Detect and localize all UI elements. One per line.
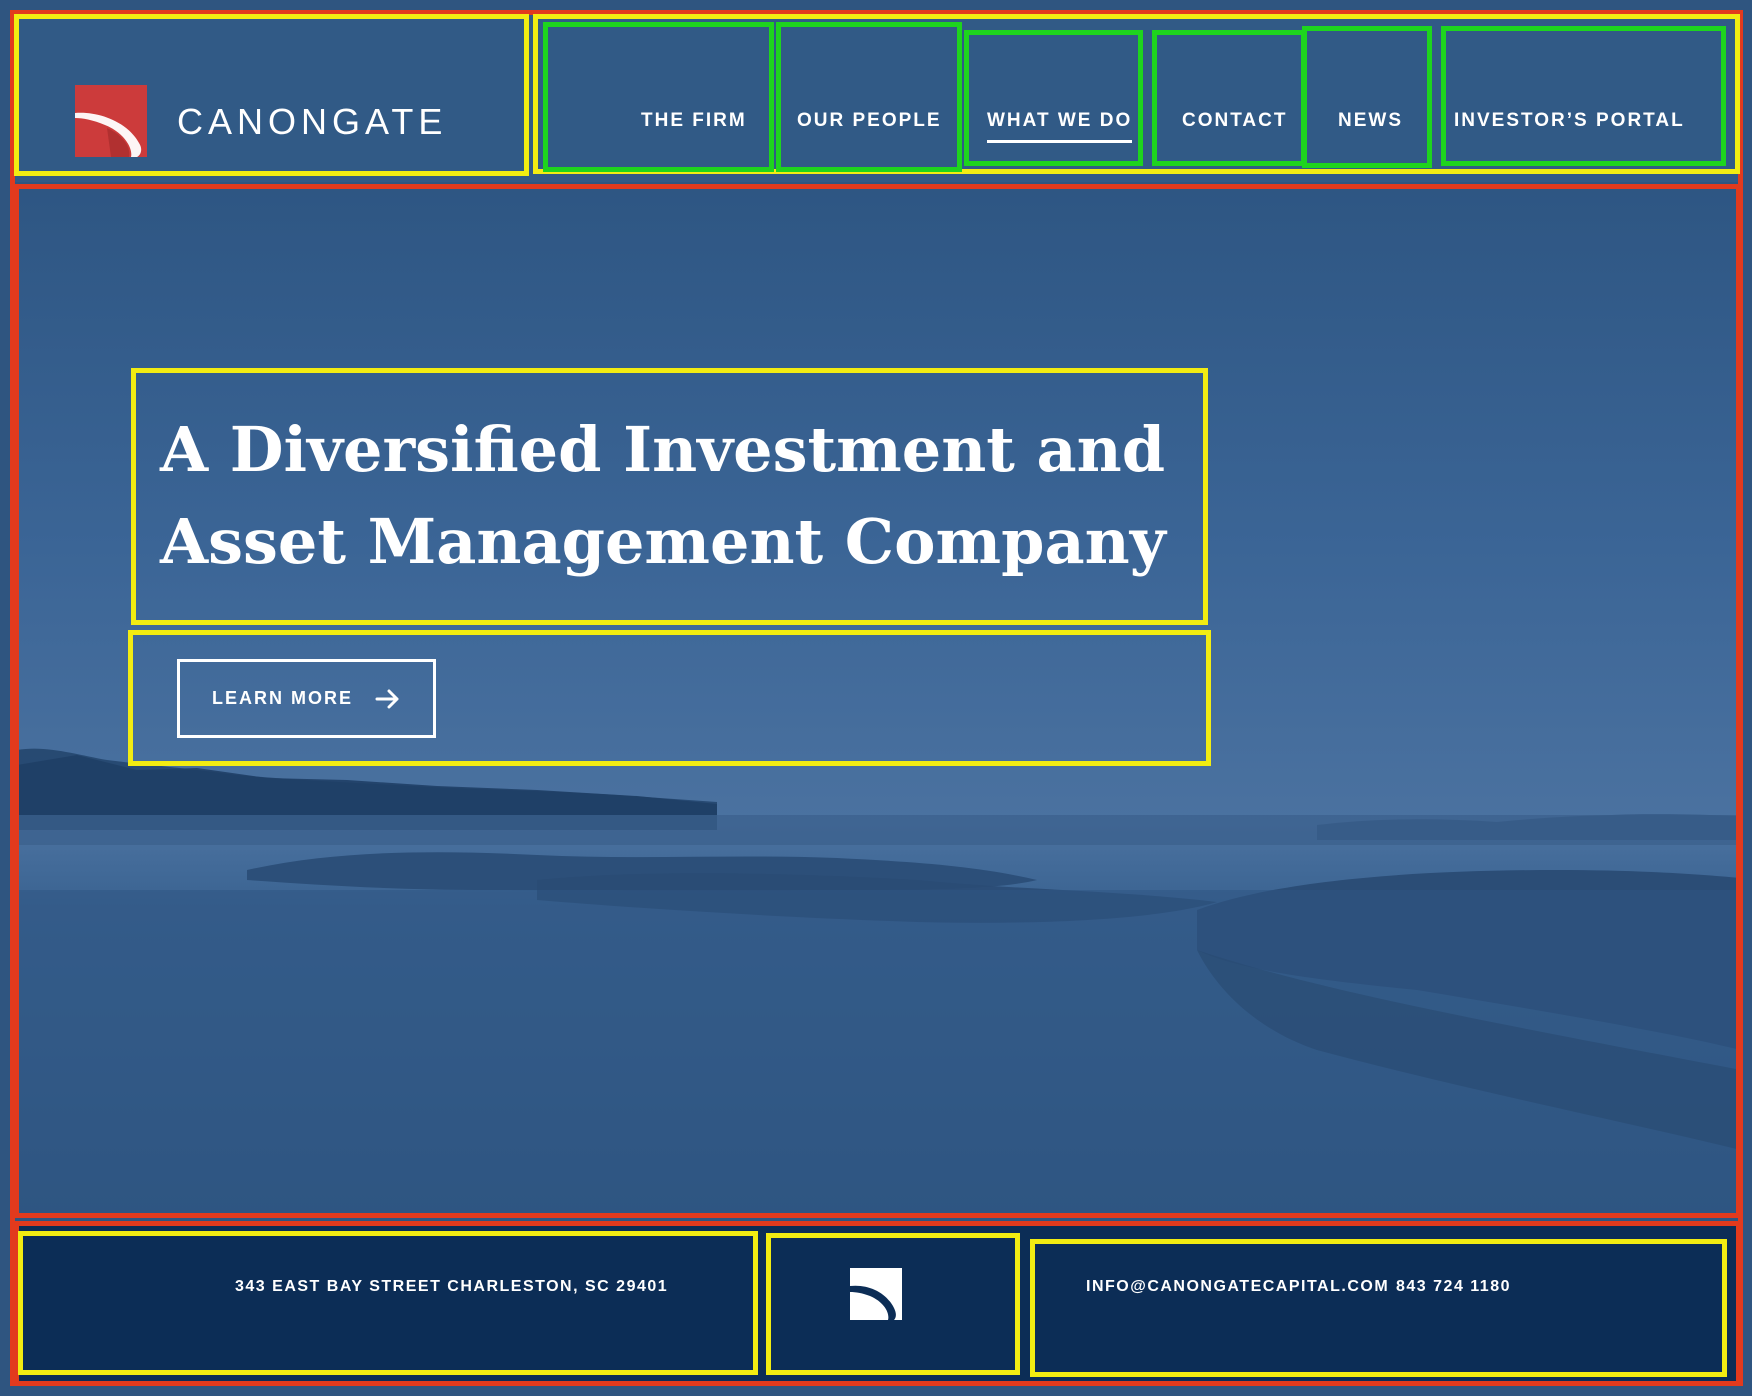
brand-name[interactable]: CANONGATE	[177, 101, 447, 143]
arrow-right-icon	[375, 689, 399, 708]
logo-mark-icon[interactable]	[75, 85, 147, 157]
footer-phone[interactable]: 843 724 1180	[1396, 1278, 1511, 1296]
footer-address: 343 EAST BAY STREET CHARLESTON, SC 29401	[235, 1278, 669, 1295]
nav-what-we-do[interactable]: WHAT WE DO	[987, 110, 1133, 143]
nav-contact[interactable]: CONTACT	[1182, 110, 1287, 132]
footer-email[interactable]: INFO@CANONGATECAPITAL.COM	[1086, 1278, 1389, 1296]
nav-our-people[interactable]: OUR PEOPLE	[797, 110, 942, 132]
hero-headline: A Diversified Investment and Asset Manag…	[160, 404, 1200, 588]
hero-headline-line2: Asset Management Company	[160, 505, 1166, 578]
nav-investors-portal[interactable]: INVESTOR’S PORTAL	[1454, 110, 1685, 132]
nav-news[interactable]: NEWS	[1338, 110, 1403, 132]
nav-the-firm[interactable]: THE FIRM	[641, 110, 747, 132]
canongate-mark-icon[interactable]	[850, 1268, 902, 1320]
learn-more-label: LEARN MORE	[212, 688, 353, 708]
hero-headline-line1: A Diversified Investment and	[160, 413, 1166, 486]
learn-more-button[interactable]: LEARN MORE	[177, 659, 436, 738]
site-header	[10, 10, 1742, 182]
